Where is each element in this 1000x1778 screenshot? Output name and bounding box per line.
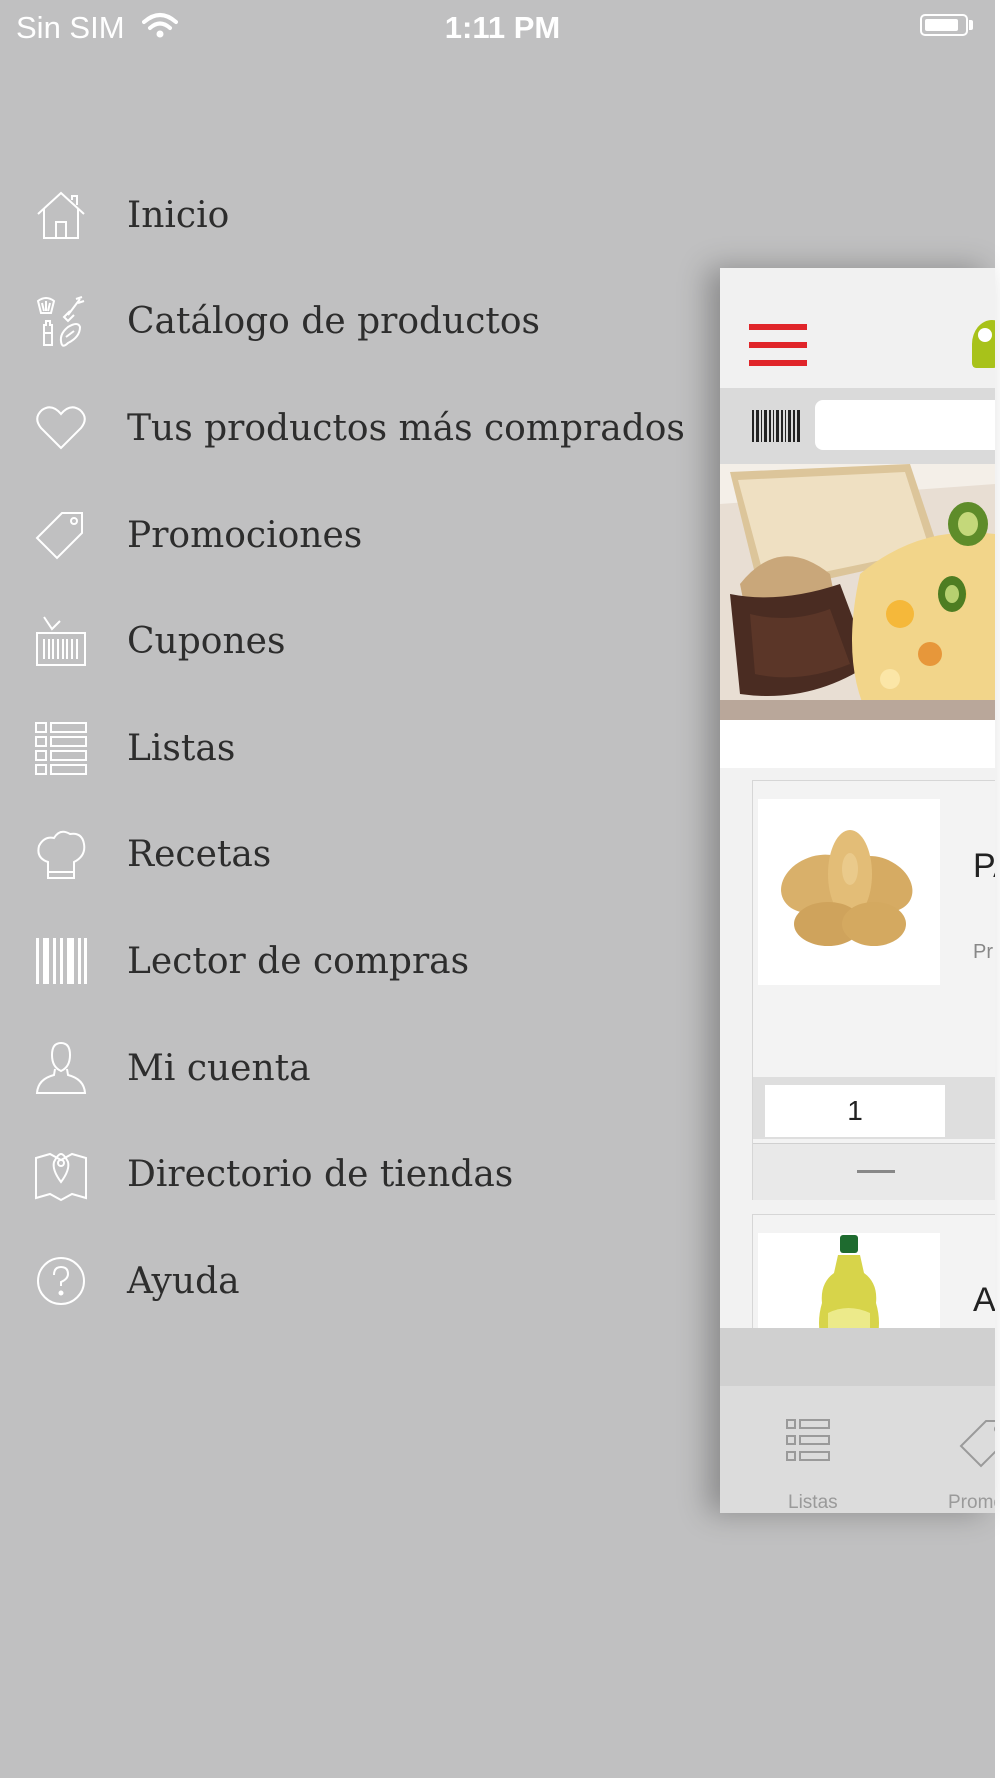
product-image-potatoes [758, 799, 940, 985]
menu-item-listas[interactable]: Listas [0, 695, 700, 802]
tab-promociones[interactable]: Promo [948, 1386, 995, 1513]
menu-label: Recetas [127, 834, 272, 876]
hamburger-menu-icon[interactable] [749, 324, 807, 366]
menu-label: Catálogo de productos [127, 301, 541, 343]
main-screen-preview[interactable]: PA Pr 1 AC [720, 268, 995, 1513]
product-name: PA [973, 847, 995, 885]
catalog-icon [34, 295, 88, 349]
coupon-icon [34, 615, 88, 669]
menu-label: Inicio [127, 194, 230, 236]
home-icon [34, 188, 88, 242]
menu-label: Directorio de tiendas [127, 1154, 514, 1196]
menu-item-mas-comprados[interactable]: Tus productos más comprados [0, 375, 700, 482]
menu-item-catalogo[interactable]: Catálogo de productos [0, 269, 700, 376]
minus-icon [857, 1170, 895, 1173]
menu-label: Tus productos más comprados [127, 407, 685, 449]
tag-icon [958, 1416, 995, 1474]
menu-item-mi-cuenta[interactable]: Mi cuenta [0, 1015, 700, 1122]
menu-item-recetas[interactable]: Recetas [0, 802, 700, 909]
menu-item-ayuda[interactable]: Ayuda [0, 1228, 700, 1335]
chef-hat-icon [34, 828, 88, 882]
product-card[interactable]: PA Pr 1 [752, 780, 995, 1200]
menu-label: Ayuda [127, 1260, 240, 1302]
menu-item-lector[interactable]: Lector de compras [0, 908, 700, 1015]
tab-listas[interactable]: Listas [760, 1386, 860, 1513]
search-input[interactable] [815, 400, 995, 450]
help-icon [34, 1254, 88, 1308]
list-icon [34, 721, 88, 776]
scroll-end-spacer [720, 1328, 995, 1386]
barcode-icon [34, 934, 88, 988]
menu-label: Listas [127, 727, 236, 769]
quantity-input[interactable]: 1 [765, 1085, 945, 1137]
menu-label: Mi cuenta [127, 1047, 311, 1089]
menu-label: Cupones [127, 621, 286, 663]
user-icon [34, 1041, 88, 1095]
screen-edge [995, 0, 1000, 1778]
map-pin-icon [34, 1148, 88, 1202]
promo-banner[interactable] [720, 464, 995, 720]
tab-label: Listas [788, 1492, 838, 1513]
section-spacer [720, 720, 995, 768]
menu-item-promociones[interactable]: Promociones [0, 482, 700, 589]
product-price-label: Pr [973, 941, 993, 963]
heart-icon [34, 401, 88, 455]
menu-label: Lector de compras [127, 940, 470, 982]
side-menu: Inicio Catálogo de productos Tus product… [0, 162, 700, 1335]
tab-bar: Listas Promo [720, 1386, 995, 1513]
menu-label: Promociones [127, 514, 363, 556]
status-bar: Sin SIM 1:11 PM [0, 0, 995, 56]
list-icon [786, 1418, 830, 1466]
battery-icon [920, 14, 968, 36]
barcode-scan-icon[interactable] [752, 410, 800, 442]
menu-item-cupones[interactable]: Cupones [0, 588, 700, 695]
tag-icon [34, 508, 88, 562]
quantity-bar: 1 [753, 1077, 995, 1139]
tab-label: Promo [948, 1492, 995, 1513]
battery-tip [969, 20, 973, 30]
clock: 1:11 PM [444, 10, 561, 45]
brand-logo-dot [978, 328, 992, 342]
product-name: AC [973, 1281, 995, 1319]
decrease-quantity-button[interactable] [753, 1143, 995, 1200]
menu-item-directorio[interactable]: Directorio de tiendas [0, 1121, 700, 1228]
menu-item-inicio[interactable]: Inicio [0, 162, 700, 269]
